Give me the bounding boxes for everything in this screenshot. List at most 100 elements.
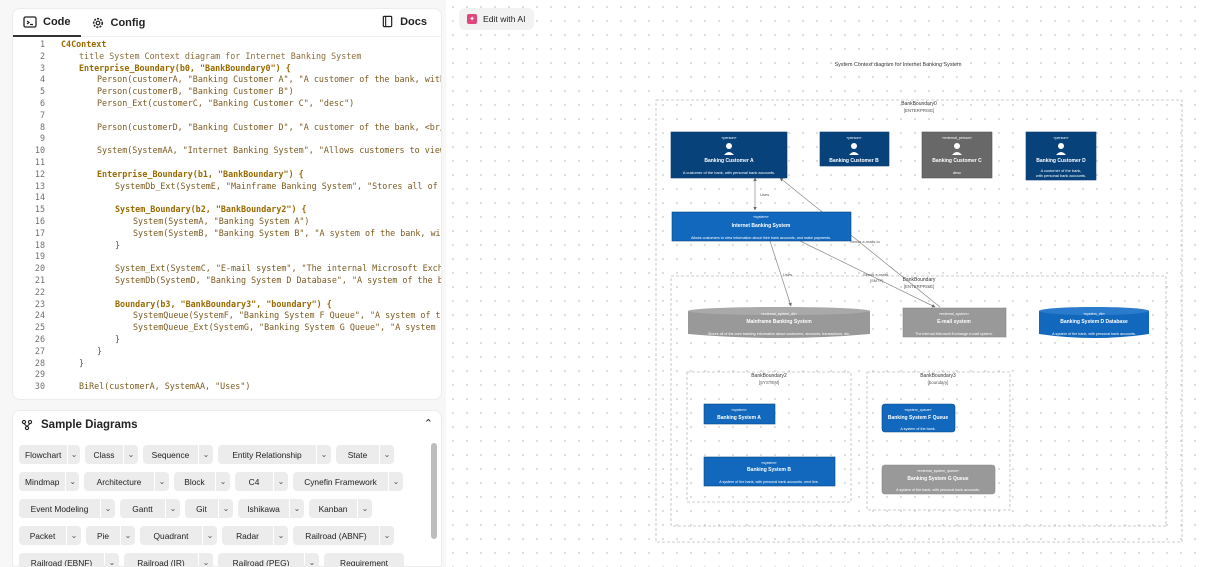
sample-chip[interactable]: Railroad (PEG) ⌄ [218,553,319,566]
code-text: Enterprise_Boundary(b0, "BankBoundary0")… [79,62,291,73]
code-text: Person(customerB, "Banking Customer B") [97,86,294,97]
line-number: 18 [34,239,45,250]
line-number: 14 [34,192,45,203]
sample-chip[interactable]: Railroad (IR) ⌄ [124,553,213,566]
chevron-down-icon[interactable]: ⌄ [198,553,213,566]
code-line: 20 System_Ext(SystemC, "E-mail system", "… [13,263,441,275]
line-number: 13 [34,180,45,191]
sample-chip[interactable]: Requirement [324,553,404,567]
sample-chip-label: Sequence [151,449,190,460]
chip-row: Railroad (EBNF) ⌄ Railroad (IR) ⌄ Railroad (… [19,553,425,567]
chevron-down-icon[interactable]: ⌄ [165,499,180,518]
chevron-down-icon[interactable]: ⌄ [123,445,138,464]
chevron-down-icon[interactable]: ⌄ [104,553,119,566]
sample-chip[interactable]: Radar ⌄ [222,526,288,545]
sample-chip-label: Flowchart [25,449,62,460]
sample-chip[interactable]: Railroad (ABNF) ⌄ [293,526,394,545]
chevron-down-icon[interactable]: ⌄ [202,526,217,545]
sample-chip[interactable]: Block ⌄ [174,472,230,491]
line-number: 19 [34,251,45,262]
chevron-updown-icon[interactable]: ⌃ [424,417,433,430]
editor-card: Code Config Docs 1 C4Context 2 title System… [12,8,442,400]
sample-chip[interactable]: State ⌄ [336,445,394,464]
sample-chip[interactable]: Event Modeling ⌄ [19,499,115,518]
tab-config[interactable]: Config [81,9,156,37]
chevron-down-icon[interactable]: ⌄ [304,553,319,566]
code-text: BiRel(customerA, SystemAA, "Uses") [79,381,251,392]
chevron-down-icon[interactable]: ⌄ [65,472,79,491]
code-line: 18} [13,239,441,252]
sample-chip[interactable]: Git ⌄ [185,499,233,518]
sample-chip[interactable]: Sequence ⌄ [143,445,213,464]
chevron-down-icon[interactable]: ⌄ [316,445,331,464]
sample-chip[interactable]: Architecture ⌄ [84,472,169,491]
line-number: 1 [39,39,45,49]
sample-chip[interactable]: Mindmap ⌄ [19,472,79,491]
sample-chip-grid: Flowchart ⌄ Class ⌄ Sequence ⌄ Entity Relation… [19,445,425,567]
sample-chip[interactable]: Ishikawa ⌄ [238,499,304,518]
sample-chip[interactable]: Cynefin Framework ⌄ [293,472,403,491]
chevron-down-icon[interactable]: ⌄ [289,499,304,518]
code-text: Person_Ext(customerC, "Banking Customer … [97,97,355,108]
chevron-down-icon[interactable]: ⌄ [218,499,233,518]
chevron-down-icon[interactable]: ⌄ [67,445,80,464]
code-line: 26} [13,333,441,346]
diagram-canvas[interactable] [446,0,1206,567]
chevron-down-icon[interactable]: ⌄ [66,526,81,545]
sample-chip[interactable]: C4 ⌄ [235,472,288,491]
chevron-down-icon[interactable]: ⌄ [379,526,394,545]
chevron-down-icon[interactable]: ⌄ [388,472,403,491]
code-text: System_Boundary(b2, "BankBoundary2") { [115,204,307,215]
sample-chip[interactable]: Railroad (EBNF) ⌄ [19,553,119,566]
sample-chip[interactable]: Class ⌄ [85,445,138,464]
sample-chip-label: Cynefin Framework [304,476,377,487]
code-text: } [115,333,121,344]
gear-icon [92,17,103,28]
chevron-down-icon[interactable]: ⌄ [357,499,372,518]
line-number: 27 [34,345,45,356]
code-text: } [115,239,121,250]
scrollbar[interactable] [431,443,437,539]
sample-chip[interactable]: Pie ⌄ [86,526,135,545]
code-line: 6 Person_Ext(customerC, "Banking Customer… [13,97,441,110]
chevron-down-icon[interactable]: ⌄ [273,472,288,491]
line-number: 9 [39,133,45,144]
code-line: 11 [13,157,441,169]
code-line: 17 System(SystemB, "Banking System B", "A… [13,228,441,240]
code-line: 2 title System Context diagram for Intern… [13,51,441,63]
tab-code[interactable]: Code [13,9,81,37]
line-number: 5 [39,86,45,97]
code-line: 21 SystemDb(SystemD, "Banking System D Da… [13,275,441,287]
sample-chip-label: Packet [29,530,56,541]
line-number: 15 [34,204,45,215]
edit-with-ai-label: Edit with AI [483,14,526,24]
code-line: 10 System(SystemAA, "Internet Banking Sys… [13,145,441,157]
code-line: 24 SystemQueue(SystemF, "Banking System F… [13,310,441,322]
sample-chip[interactable]: Flowchart ⌄ [19,445,80,464]
line-number: 26 [34,333,45,344]
chevron-down-icon[interactable]: ⌄ [100,499,115,518]
chevron-down-icon[interactable]: ⌄ [154,472,169,491]
chevron-down-icon[interactable]: ⌄ [215,472,230,491]
sample-chip[interactable]: Entity Relationship ⌄ [218,445,331,464]
chevron-down-icon[interactable]: ⌄ [198,445,213,464]
chevron-down-icon[interactable]: ⌄ [120,526,135,545]
line-number: 12 [34,168,45,179]
sample-chip[interactable]: Packet ⌄ [19,526,81,545]
code-editor[interactable]: 1 C4Context 2 title System Context diagram … [13,39,441,399]
line-number: 4 [39,74,45,85]
sample-chip[interactable]: Quadrant ⌄ [140,526,217,545]
sample-chip[interactable]: Kanban ⌄ [309,499,372,518]
chevron-down-icon[interactable]: ⌄ [379,445,394,464]
sample-diagrams-header[interactable]: Sample Diagrams [13,411,441,439]
chevron-down-icon[interactable]: ⌄ [273,526,288,545]
sample-chip-label: Requirement [340,557,388,567]
line-number: 25 [34,322,45,333]
line-number: 29 [34,369,45,380]
edit-with-ai-button[interactable]: ✦ Edit with AI [459,8,534,30]
sample-chip[interactable]: Gantt ⌄ [120,499,180,518]
docs-button[interactable]: Docs [381,15,427,28]
code-line: 9 [13,133,441,145]
